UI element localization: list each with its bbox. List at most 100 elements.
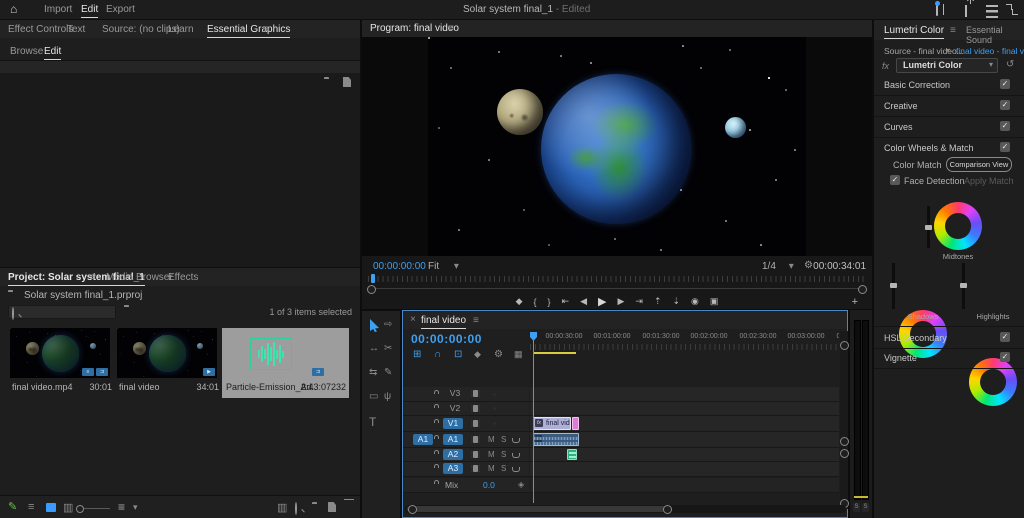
- tab-media-browser[interactable]: Media Browser: [106, 272, 173, 283]
- mute-button[interactable]: M: [488, 435, 495, 444]
- track-label-a1[interactable]: A1: [443, 434, 463, 445]
- project-item-final-video-sequence[interactable]: ▶ final video 34:01: [115, 328, 219, 398]
- section-enable-checkbox[interactable]: ✓: [1000, 352, 1010, 362]
- track-label-a2[interactable]: A2: [443, 449, 463, 460]
- project-item-final-video-mp4[interactable]: ≡ ⇉ final video.mp4 30:01: [8, 328, 112, 398]
- reset-effect-icon[interactable]: ↺: [1006, 59, 1014, 70]
- zoom-handle-left[interactable]: [367, 285, 376, 294]
- share-icon[interactable]: [965, 5, 967, 17]
- effect-dropdown[interactable]: Lumetri Color ▾: [896, 58, 998, 73]
- midtones-wheel[interactable]: [934, 202, 982, 250]
- scroll-handle-left[interactable]: [408, 505, 417, 514]
- nest-toggle-icon[interactable]: ⊞: [413, 349, 421, 360]
- scroll-handle[interactable]: [840, 449, 849, 458]
- section-enable-checkbox[interactable]: ✓: [1000, 121, 1010, 131]
- mix-volume-value[interactable]: 0.0: [483, 480, 495, 490]
- quick-export-icon[interactable]: [936, 3, 938, 16]
- section-creative[interactable]: Creative ✓: [874, 95, 1024, 117]
- comparison-view-button[interactable]: ▣: [710, 296, 719, 307]
- project-item-particle-emission[interactable]: ⇉ Particle-Emission_Ad.. 2:43:07232: [222, 328, 349, 398]
- track-output-icon[interactable]: [471, 436, 480, 443]
- step-forward-button[interactable]: ▶: [617, 296, 624, 307]
- find-icon[interactable]: [295, 502, 297, 515]
- search-input[interactable]: [8, 305, 116, 319]
- extract-button[interactable]: ⇣: [672, 296, 680, 307]
- clip-audio-green[interactable]: [567, 449, 577, 460]
- track-output-icon[interactable]: [471, 451, 480, 458]
- face-detection-checkbox[interactable]: ✓: [890, 175, 900, 185]
- clip-audio-a1[interactable]: fx: [533, 433, 579, 446]
- captions-icon[interactable]: ▦: [514, 349, 523, 360]
- tab-essential-graphics[interactable]: Essential Graphics: [207, 24, 290, 35]
- selection-tool-icon[interactable]: [369, 319, 380, 332]
- clip-video-final-vid[interactable]: fx final vid: [533, 417, 571, 430]
- go-to-in-button[interactable]: ⇤: [562, 296, 570, 307]
- horizontal-scrollbar[interactable]: [405, 505, 846, 513]
- project-writable-icon[interactable]: ✎: [8, 500, 17, 513]
- track-output-icon[interactable]: [471, 405, 480, 412]
- tab-text[interactable]: Text: [67, 24, 85, 35]
- add-keyframe-icon[interactable]: ◈: [518, 480, 524, 489]
- snap-icon[interactable]: ∩: [434, 349, 441, 360]
- section-hsl-secondary[interactable]: HSL Secondary ✓: [874, 326, 1024, 349]
- scrollbar-thumb[interactable]: [407, 506, 672, 512]
- program-zoom-scrollbar[interactable]: [368, 288, 866, 289]
- go-to-out-button[interactable]: ⇥: [635, 296, 643, 307]
- subtab-edit[interactable]: Edit: [44, 46, 61, 57]
- lane-mix[interactable]: [530, 478, 839, 493]
- ripple-edit-tool-icon[interactable]: ↔: [369, 343, 379, 354]
- source-chevron-icon[interactable]: ▾: [946, 46, 950, 55]
- freeform-view-icon[interactable]: ▥: [63, 501, 73, 514]
- scroll-handle-right[interactable]: [663, 505, 672, 514]
- track-label-a3[interactable]: A3: [443, 463, 463, 474]
- zoom-slider-handle[interactable]: [76, 505, 84, 513]
- lumetri-panel-menu-icon[interactable]: ≡: [950, 25, 956, 36]
- add-marker-button[interactable]: ◆: [516, 296, 523, 307]
- track-output-icon[interactable]: [471, 390, 480, 397]
- button-editor-button[interactable]: +: [852, 296, 858, 308]
- solo-button[interactable]: S: [501, 450, 506, 459]
- meter-solo-right[interactable]: S: [862, 503, 869, 512]
- timeline-timecode[interactable]: 00:00:00:00: [411, 332, 482, 346]
- panel-menu-icon[interactable]: ≡: [264, 24, 270, 35]
- tab-timeline-sequence[interactable]: final video: [421, 315, 466, 326]
- sort-chevron-icon[interactable]: ▾: [133, 502, 138, 513]
- timeline-ruler[interactable]: 00:00:00:00 00:00:30:00 00:01:00:00 00:0…: [530, 331, 839, 355]
- section-enable-checkbox[interactable]: ✓: [1000, 142, 1010, 152]
- meter-solo-left[interactable]: S: [853, 503, 860, 512]
- subtab-browse[interactable]: Browse: [10, 46, 43, 57]
- track-select-forward-tool-icon[interactable]: ⇨: [384, 319, 392, 330]
- section-enable-checkbox[interactable]: ✓: [1000, 100, 1010, 110]
- highlights-slider-handle[interactable]: [960, 283, 967, 288]
- shadows-slider-handle[interactable]: [890, 283, 897, 288]
- menu-export[interactable]: Export: [106, 4, 135, 15]
- section-enable-checkbox[interactable]: ✓: [1000, 332, 1010, 342]
- tab-effects[interactable]: Effects: [168, 272, 198, 283]
- linked-selection-icon[interactable]: ⊡: [454, 349, 462, 360]
- project-bin-name[interactable]: Solar system final_1.prproj: [24, 290, 142, 301]
- source-patch-a1[interactable]: A1: [413, 434, 433, 445]
- timeline-marker-icon[interactable]: ◆: [474, 349, 481, 360]
- automate-to-sequence-icon[interactable]: ▥: [277, 501, 287, 514]
- track-output-icon[interactable]: [471, 420, 480, 427]
- export-frame-button[interactable]: ◉: [691, 296, 699, 307]
- solo-button[interactable]: S: [501, 464, 506, 473]
- lane-a3[interactable]: [530, 462, 839, 477]
- tab-lumetri-color[interactable]: Lumetri Color: [884, 25, 944, 36]
- play-button[interactable]: ▶: [598, 295, 606, 308]
- mute-button[interactable]: M: [488, 450, 495, 459]
- project-panel-menu-icon[interactable]: ≡: [90, 272, 96, 283]
- new-item-icon[interactable]: [328, 502, 336, 512]
- mute-button[interactable]: M: [488, 464, 495, 473]
- new-layer-icon[interactable]: [343, 77, 351, 87]
- section-vignette[interactable]: Vignette ✓: [874, 347, 1024, 369]
- hand-tool-icon[interactable]: ψ: [384, 391, 391, 402]
- lane-v3[interactable]: [530, 387, 839, 402]
- sort-icons-button[interactable]: ≡: [118, 500, 125, 514]
- monitor-settings-icon[interactable]: ⚙: [804, 260, 813, 271]
- track-label-v3[interactable]: V3: [445, 388, 465, 399]
- home-icon[interactable]: ⌂: [10, 2, 17, 16]
- mark-in-button[interactable]: {: [534, 297, 537, 307]
- vertical-scrollbar[interactable]: [840, 331, 848, 509]
- clip-video-pink[interactable]: [572, 417, 579, 430]
